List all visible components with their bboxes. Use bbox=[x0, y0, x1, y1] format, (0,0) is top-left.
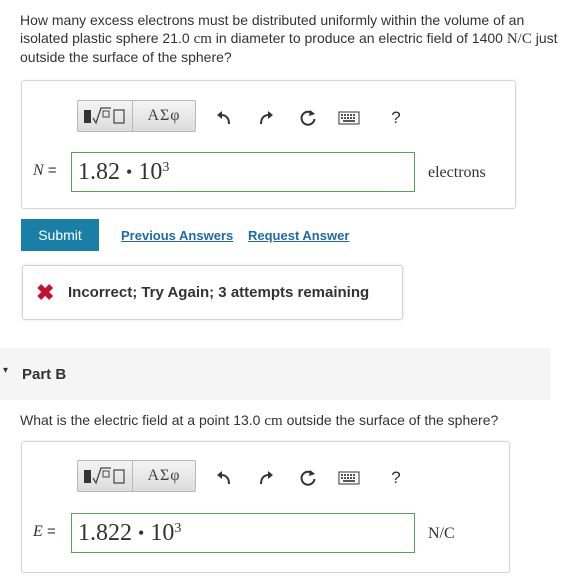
undo-icon[interactable] bbox=[210, 104, 238, 132]
help-button[interactable]: ? bbox=[382, 104, 410, 132]
part-b-variable-label: E = bbox=[33, 523, 56, 540]
reset-icon[interactable] bbox=[294, 464, 322, 492]
redo-icon[interactable] bbox=[252, 104, 280, 132]
part-b-answer-input[interactable]: 1.822 • 10 3 bbox=[71, 513, 415, 553]
undo-icon[interactable] bbox=[210, 464, 238, 492]
template-buttons: ΑΣφ bbox=[77, 460, 196, 492]
greek-symbols-button[interactable]: ΑΣφ bbox=[133, 101, 195, 131]
templates-button[interactable] bbox=[78, 101, 133, 131]
part-a-math-toolbar: ΑΣφ bbox=[77, 100, 196, 132]
templates-button[interactable] bbox=[78, 461, 133, 491]
feedback-message: Incorrect; Try Again; 3 attempts remaini… bbox=[68, 284, 370, 301]
part-b-title: Part B bbox=[22, 366, 67, 383]
part-a-variable-label: N = bbox=[33, 162, 57, 179]
help-button[interactable]: ? bbox=[382, 464, 410, 492]
submit-button[interactable]: Submit bbox=[21, 219, 99, 251]
template-icon bbox=[84, 107, 125, 125]
redo-icon[interactable] bbox=[252, 464, 280, 492]
keyboard-icon[interactable] bbox=[335, 464, 363, 492]
reset-icon[interactable] bbox=[294, 104, 322, 132]
unit-cm: cm bbox=[193, 31, 212, 47]
chevron-down-icon: ▾ bbox=[3, 365, 9, 376]
part-b-header[interactable]: ▾ Part B bbox=[0, 348, 550, 400]
part-b-unit-label: N/C bbox=[428, 525, 455, 542]
feedback-box: ✖ Incorrect; Try Again; 3 attempts remai… bbox=[22, 265, 403, 320]
previous-answers-link[interactable]: Previous Answers bbox=[121, 228, 233, 243]
template-buttons: ΑΣφ bbox=[77, 100, 196, 132]
question-text-middle: in diameter to produce an electric field… bbox=[211, 30, 507, 46]
request-answer-link[interactable]: Request Answer bbox=[248, 228, 349, 243]
part-b-math-toolbar: ΑΣφ bbox=[77, 460, 196, 492]
error-x-icon: ✖ bbox=[36, 279, 55, 305]
unit-n-per-c: N/C bbox=[506, 31, 532, 47]
part-a-question: How many excess electrons must be distri… bbox=[20, 11, 560, 66]
part-a-unit-label: electrons bbox=[428, 164, 486, 181]
greek-symbols-button[interactable]: ΑΣφ bbox=[133, 461, 195, 491]
part-a-answer-input[interactable]: 1.82 • 10 3 bbox=[71, 152, 415, 192]
part-b-question: What is the electric field at a point 13… bbox=[20, 412, 499, 429]
keyboard-icon[interactable] bbox=[335, 104, 363, 132]
template-icon bbox=[84, 467, 125, 485]
